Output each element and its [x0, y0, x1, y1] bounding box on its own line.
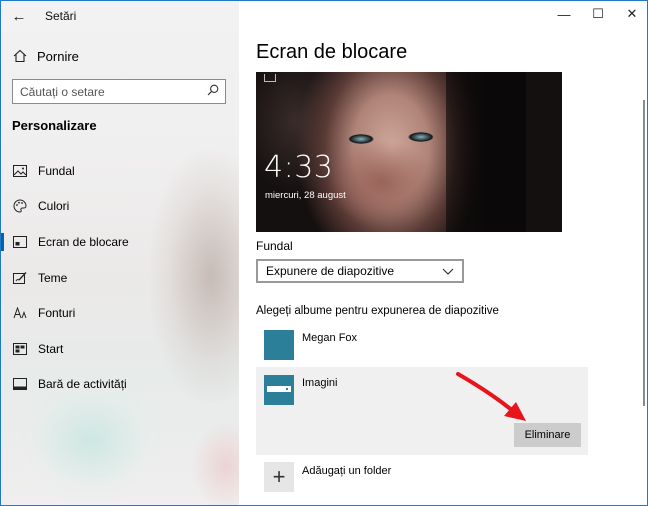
sidebar-item-fonturi[interactable]: Fonturi [1, 295, 239, 331]
lock-screen-preview: 4:33 miercuri, 28 august [256, 72, 562, 232]
chevron-down-icon [442, 264, 454, 278]
album-item-megan-fox[interactable]: Megan Fox [256, 322, 588, 366]
sidebar-item-label: Bară de activități [38, 377, 127, 392]
sidebar-item-culori[interactable]: Culori [1, 189, 239, 225]
preview-corner-icon [264, 74, 276, 82]
sidebar-item-fundal[interactable]: Fundal [1, 153, 239, 189]
palette-icon [12, 199, 28, 213]
add-folder-button[interactable]: + Adăugați un folder [264, 462, 391, 492]
content-pane: — ☐ ✕ Ecran de blocare 4:33 miercuri, 28… [239, 1, 647, 505]
picture-icon [12, 164, 28, 177]
album-thumbnail [264, 330, 294, 360]
remove-button[interactable]: Eliminare [514, 423, 581, 447]
settings-window: ← Setări Pornire Personalizare Fundal [0, 0, 648, 506]
search-box[interactable] [12, 79, 226, 104]
sidebar-item-label: Start [38, 341, 64, 356]
theme-icon [12, 271, 28, 285]
window-controls: — ☐ ✕ [547, 1, 647, 31]
sidebar-item-ecran-de-blocare[interactable]: Ecran de blocare [1, 224, 239, 260]
album-name: Imagini [302, 377, 338, 389]
sidebar-item-label: Fundal [38, 163, 75, 178]
taskbar-icon [12, 378, 28, 391]
sidebar-item-label: Fonturi [38, 306, 76, 321]
sidebar: ← Setări Pornire Personalizare Fundal [1, 1, 239, 505]
maximize-icon: ☐ [592, 6, 604, 21]
drive-icon [264, 375, 294, 405]
search-icon[interactable] [207, 83, 219, 101]
section-title: Personalizare [12, 118, 97, 133]
start-icon [12, 342, 28, 355]
maximize-button[interactable]: ☐ [581, 1, 615, 27]
sidebar-item-start[interactable]: Start [1, 331, 239, 367]
sidebar-item-bara-de-activitati[interactable]: Bară de activități [1, 367, 239, 403]
app-title: Setări [45, 9, 77, 23]
lock-screen-icon [12, 235, 28, 248]
background-dropdown-value: Expunere de diapozitive [266, 264, 395, 278]
add-folder-label: Adăugați un folder [302, 465, 392, 477]
home-link[interactable]: Pornire [1, 44, 239, 68]
sidebar-item-label: Ecran de blocare [38, 234, 129, 249]
title-bar-left: ← Setări [1, 1, 239, 31]
close-icon: ✕ [626, 6, 638, 21]
sidebar-item-teme[interactable]: Teme [1, 260, 239, 296]
back-arrow-icon: ← [11, 7, 27, 25]
minimize-button[interactable]: — [547, 1, 581, 27]
search-input[interactable] [20, 84, 200, 99]
background-dropdown[interactable]: Expunere de diapozitive [256, 259, 464, 283]
font-icon [12, 307, 28, 319]
albums-label: Alegeți albume pentru expunerea de diapo… [256, 305, 499, 317]
sidebar-item-label: Culori [38, 199, 70, 214]
close-button[interactable]: ✕ [615, 1, 647, 27]
preview-date: miercuri, 28 august [265, 190, 346, 201]
page-title: Ecran de blocare [256, 41, 408, 63]
album-name: Megan Fox [302, 332, 358, 344]
scrollbar[interactable] [643, 100, 645, 406]
sidebar-item-label: Teme [38, 270, 68, 285]
back-button[interactable]: ← [1, 1, 37, 31]
minimize-icon: — [557, 6, 571, 22]
home-icon [12, 49, 28, 63]
plus-icon: + [264, 462, 294, 492]
album-item-imagini[interactable]: Imagini Eliminare [256, 367, 588, 455]
background-label: Fundal [256, 239, 293, 253]
preview-time: 4:33 [264, 150, 334, 185]
home-label: Pornire [37, 48, 79, 64]
sidebar-nav: Fundal Culori Ecran de blocare Teme Font… [1, 153, 239, 402]
